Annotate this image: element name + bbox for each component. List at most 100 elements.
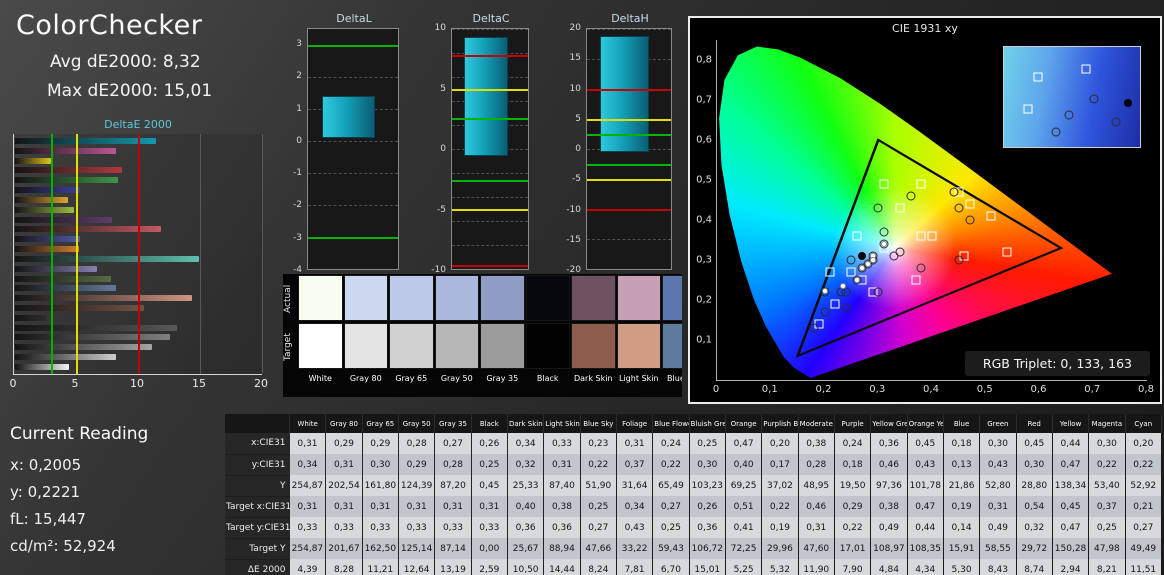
deltae-bar xyxy=(15,334,170,341)
swatch-label: Blue Sky xyxy=(667,374,682,383)
table-cell: 0,29 xyxy=(834,496,872,517)
table-cell: 0,31 xyxy=(543,454,581,475)
tick-label: 0,8 xyxy=(1138,384,1154,395)
deltah-chart-title: DeltaH xyxy=(611,12,649,25)
reading-y: y: 0,2221 xyxy=(10,483,81,501)
row-label: Target Y xyxy=(225,538,290,560)
tick-label: -10 xyxy=(566,204,581,215)
actual-swatch[interactable] xyxy=(343,275,388,321)
actual-swatch[interactable] xyxy=(525,275,570,321)
table-cell: 0,19 xyxy=(761,517,799,538)
actual-swatch[interactable] xyxy=(480,275,525,321)
table-cell: 0,20 xyxy=(761,433,799,454)
tick-label: 0 xyxy=(9,377,17,390)
column-header: Gray 80 xyxy=(325,414,363,433)
deltae-bar xyxy=(15,206,75,213)
swatch-label: Gray 80 xyxy=(349,374,382,383)
max-de2000-value: Max dE2000: 15,01 xyxy=(47,81,213,101)
actual-swatch[interactable] xyxy=(571,275,616,321)
measured-marker xyxy=(820,307,829,317)
table-cell: 0,34 xyxy=(507,433,545,454)
table-cell: 0,30 xyxy=(689,454,726,475)
target-swatch[interactable] xyxy=(343,323,388,369)
table-cell: 0,36 xyxy=(507,517,545,538)
deltac-chart-title: DeltaC xyxy=(472,12,510,25)
tick-label: 0,7 xyxy=(696,94,712,106)
tick-label: 5 xyxy=(71,377,79,390)
target-swatch[interactable] xyxy=(298,323,343,369)
tolerance-line xyxy=(587,164,671,166)
table-cell: 0,28 xyxy=(398,433,436,454)
target-swatch[interactable] xyxy=(662,323,682,369)
swatch-column: Black xyxy=(525,275,570,397)
measured-marker xyxy=(846,255,856,265)
target-swatch[interactable] xyxy=(480,323,525,369)
table-cell: 53,40 xyxy=(1088,475,1126,496)
deltae-bar xyxy=(15,344,153,351)
measured-marker xyxy=(841,303,851,313)
tick-label: -15 xyxy=(566,234,581,245)
target-swatch[interactable] xyxy=(525,323,570,369)
column-header: White xyxy=(289,414,327,433)
table-cell: 31,64 xyxy=(616,475,654,496)
table-cell: 0,47 xyxy=(1052,517,1090,538)
table-cell: 162,50 xyxy=(362,538,399,559)
actual-swatch[interactable] xyxy=(662,275,682,321)
column-header: Magenta xyxy=(1088,414,1126,433)
table-cell: 0,25 xyxy=(580,496,617,517)
tick-label: 0,2 xyxy=(815,384,832,395)
table-cell: 0,25 xyxy=(471,454,508,475)
deltae-bar xyxy=(15,147,116,154)
column-header: Cyan xyxy=(1125,414,1163,433)
table-cell: 0,17 xyxy=(761,454,799,475)
table-cell: 0,27 xyxy=(434,433,472,454)
inset-measured-marker xyxy=(1111,117,1121,127)
cie-y-axis-labels: 0,8 0,7 0,6 0,5 0,4 0,3 0,2 0,1 xyxy=(692,40,714,380)
actual-swatch[interactable] xyxy=(389,275,434,321)
tick-label: -3 xyxy=(293,232,302,243)
table-cell: 254,87 xyxy=(289,538,327,559)
table-cell: 97,36 xyxy=(870,475,908,496)
tick-label: 0 xyxy=(440,144,446,154)
actual-swatch[interactable] xyxy=(434,275,479,321)
column-header: Orange Yellow xyxy=(907,414,944,433)
table-cell: 15,01 xyxy=(689,559,726,575)
table-cell: 72,25 xyxy=(725,538,763,559)
target-marker xyxy=(825,267,835,277)
deltae2000-chart-title: DeltaE 2000 xyxy=(104,118,172,131)
table-cell: 125,14 xyxy=(398,538,436,559)
table-cell: 2,94 xyxy=(1052,559,1090,575)
deltae-bar xyxy=(15,236,81,243)
target-swatch[interactable] xyxy=(571,323,616,369)
table-cell: 0,37 xyxy=(1088,496,1126,517)
target-swatch[interactable] xyxy=(389,323,434,369)
table-cell: 161,80 xyxy=(362,475,399,496)
table-cell: 13,19 xyxy=(434,559,472,575)
table-cell: 0,25 xyxy=(1088,517,1126,538)
page-title: ColorChecker xyxy=(16,10,203,41)
target-swatch[interactable] xyxy=(434,323,479,369)
table-cell: 0,34 xyxy=(616,496,654,517)
reading-cdm2: cd/m²: 52,924 xyxy=(10,537,116,555)
tolerance-line xyxy=(452,180,528,183)
table-cell: 0,44 xyxy=(907,517,944,538)
table-cell: 0,45 xyxy=(907,433,944,454)
table-cell: 0,32 xyxy=(1016,517,1053,538)
table-cell: 138,34 xyxy=(1052,475,1090,496)
target-swatch[interactable] xyxy=(616,323,661,369)
table-cell: 87,40 xyxy=(543,475,581,496)
table-cell: 0,32 xyxy=(507,454,545,475)
tick-label: 0,3 xyxy=(869,384,886,395)
rgb-triplet-badge: RGB Triplet: 0, 133, 163 xyxy=(964,351,1150,376)
table-cell: 0,26 xyxy=(689,496,726,517)
tick-label: 0,7 xyxy=(1084,384,1101,395)
grayscale-trail-point xyxy=(880,241,887,247)
table-cell: 0,00 xyxy=(471,538,508,559)
grayscale-trail-point xyxy=(821,288,828,295)
swatch-label: White xyxy=(308,374,332,383)
swatch-row-labels: Actual Target xyxy=(283,274,298,397)
tolerance-line xyxy=(452,209,528,211)
actual-swatch[interactable] xyxy=(298,275,343,321)
actual-swatch[interactable] xyxy=(616,275,661,321)
table-row: Target x:CIE31 0,31 0,31 0,31 0,31 0,31 0,31 0,… xyxy=(225,496,1163,518)
